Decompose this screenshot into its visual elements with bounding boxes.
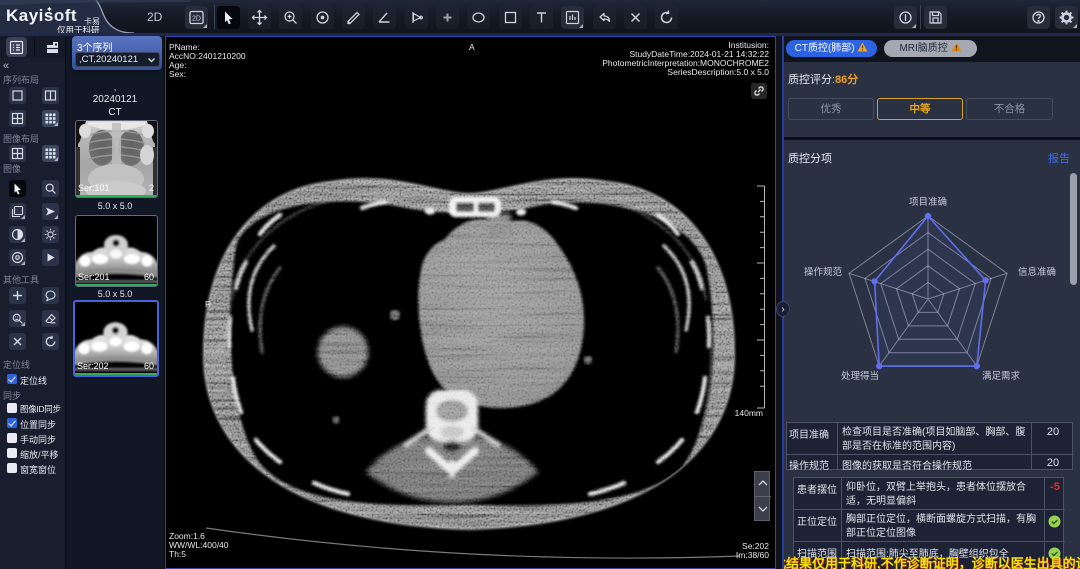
- svg-text:2D: 2D: [192, 16, 201, 23]
